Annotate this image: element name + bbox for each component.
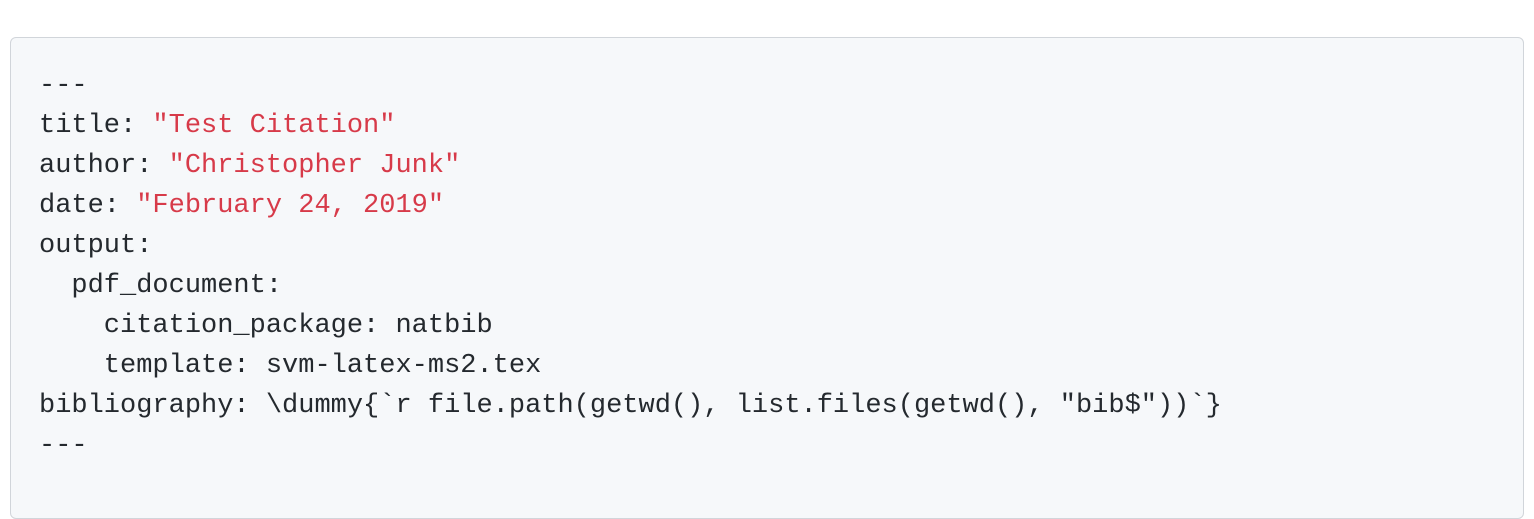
- title-key: title:: [39, 111, 152, 141]
- code-container: --- title: "Test Citation" author: "Chri…: [0, 0, 1534, 502]
- delim-close: ---: [39, 431, 88, 461]
- pdf-document-key: pdf_document:: [39, 271, 282, 301]
- author-value: "Christopher Junk": [169, 151, 461, 181]
- author-key: author:: [39, 151, 169, 181]
- citation-package-line: citation_package: natbib: [39, 311, 493, 341]
- delim-open: ---: [39, 71, 88, 101]
- date-key: date:: [39, 191, 136, 221]
- output-key: output:: [39, 231, 152, 261]
- bibliography-line: bibliography: \dummy{`r file.path(getwd(…: [39, 391, 1222, 421]
- title-value: "Test Citation": [152, 111, 395, 141]
- template-line: template: svm-latex-ms2.tex: [39, 351, 541, 381]
- date-value: "February 24, 2019": [136, 191, 444, 221]
- yaml-frontmatter-code: --- title: "Test Citation" author: "Chri…: [10, 37, 1524, 519]
